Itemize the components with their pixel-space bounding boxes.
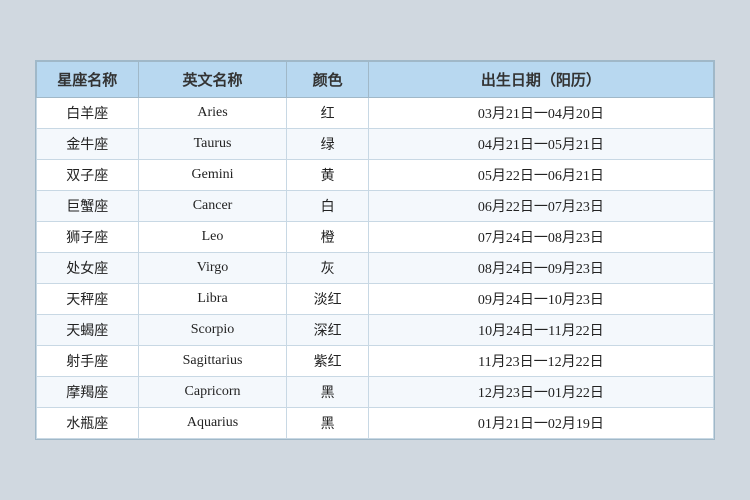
cell-color: 绿 [287, 129, 368, 160]
cell-zh: 处女座 [37, 253, 139, 284]
table-row: 天秤座Libra淡红09月24日一10月23日 [37, 284, 714, 315]
cell-en: Sagittarius [138, 346, 287, 377]
header-zh: 星座名称 [37, 62, 139, 98]
cell-color: 黄 [287, 160, 368, 191]
cell-zh: 巨蟹座 [37, 191, 139, 222]
cell-en: Taurus [138, 129, 287, 160]
cell-color: 黑 [287, 377, 368, 408]
cell-date: 11月23日一12月22日 [368, 346, 713, 377]
cell-date: 09月24日一10月23日 [368, 284, 713, 315]
cell-zh: 狮子座 [37, 222, 139, 253]
table-row: 白羊座Aries红03月21日一04月20日 [37, 98, 714, 129]
cell-en: Scorpio [138, 315, 287, 346]
cell-date: 06月22日一07月23日 [368, 191, 713, 222]
table-row: 巨蟹座Cancer白06月22日一07月23日 [37, 191, 714, 222]
cell-color: 橙 [287, 222, 368, 253]
cell-zh: 摩羯座 [37, 377, 139, 408]
cell-color: 紫红 [287, 346, 368, 377]
table-row: 天蝎座Scorpio深红10月24日一11月22日 [37, 315, 714, 346]
cell-color: 红 [287, 98, 368, 129]
zodiac-table-container: 星座名称 英文名称 颜色 出生日期（阳历） 白羊座Aries红03月21日一04… [35, 60, 715, 440]
table-row: 摩羯座Capricorn黑12月23日一01月22日 [37, 377, 714, 408]
table-header-row: 星座名称 英文名称 颜色 出生日期（阳历） [37, 62, 714, 98]
cell-en: Gemini [138, 160, 287, 191]
cell-zh: 白羊座 [37, 98, 139, 129]
cell-en: Cancer [138, 191, 287, 222]
cell-en: Aquarius [138, 408, 287, 439]
table-row: 射手座Sagittarius紫红11月23日一12月22日 [37, 346, 714, 377]
cell-en: Aries [138, 98, 287, 129]
cell-en: Capricorn [138, 377, 287, 408]
cell-zh: 天蝎座 [37, 315, 139, 346]
table-row: 水瓶座Aquarius黑01月21日一02月19日 [37, 408, 714, 439]
cell-date: 05月22日一06月21日 [368, 160, 713, 191]
cell-en: Leo [138, 222, 287, 253]
cell-color: 深红 [287, 315, 368, 346]
cell-zh: 射手座 [37, 346, 139, 377]
cell-date: 01月21日一02月19日 [368, 408, 713, 439]
table-row: 金牛座Taurus绿04月21日一05月21日 [37, 129, 714, 160]
cell-zh: 水瓶座 [37, 408, 139, 439]
header-color: 颜色 [287, 62, 368, 98]
cell-date: 04月21日一05月21日 [368, 129, 713, 160]
cell-zh: 金牛座 [37, 129, 139, 160]
zodiac-table: 星座名称 英文名称 颜色 出生日期（阳历） 白羊座Aries红03月21日一04… [36, 61, 714, 439]
cell-color: 淡红 [287, 284, 368, 315]
cell-date: 10月24日一11月22日 [368, 315, 713, 346]
cell-en: Libra [138, 284, 287, 315]
header-en: 英文名称 [138, 62, 287, 98]
table-row: 双子座Gemini黄05月22日一06月21日 [37, 160, 714, 191]
cell-zh: 天秤座 [37, 284, 139, 315]
cell-color: 白 [287, 191, 368, 222]
cell-date: 07月24日一08月23日 [368, 222, 713, 253]
cell-date: 08月24日一09月23日 [368, 253, 713, 284]
table-row: 狮子座Leo橙07月24日一08月23日 [37, 222, 714, 253]
cell-en: Virgo [138, 253, 287, 284]
cell-color: 灰 [287, 253, 368, 284]
cell-zh: 双子座 [37, 160, 139, 191]
cell-color: 黑 [287, 408, 368, 439]
cell-date: 12月23日一01月22日 [368, 377, 713, 408]
cell-date: 03月21日一04月20日 [368, 98, 713, 129]
table-row: 处女座Virgo灰08月24日一09月23日 [37, 253, 714, 284]
header-date: 出生日期（阳历） [368, 62, 713, 98]
